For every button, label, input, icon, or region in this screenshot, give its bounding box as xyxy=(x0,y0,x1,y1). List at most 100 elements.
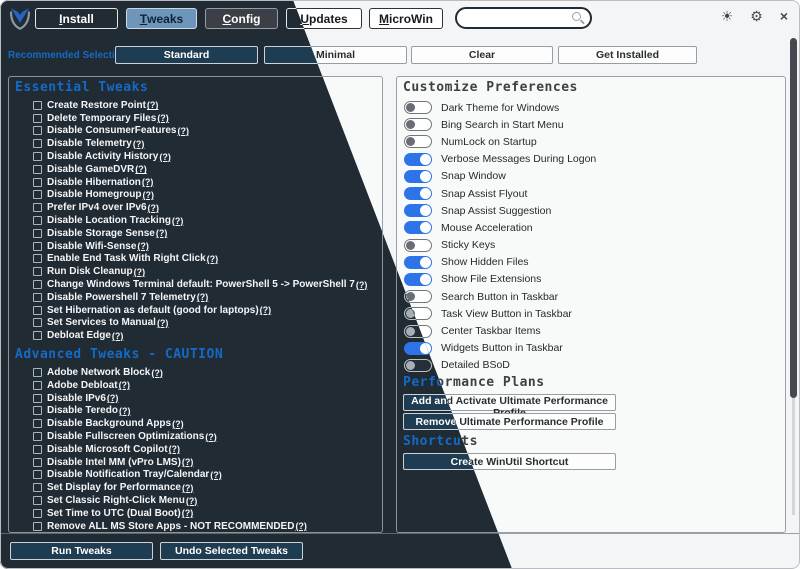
toggle-switch[interactable] xyxy=(404,239,432,252)
help-link[interactable]: (?) xyxy=(137,241,149,251)
tweak-checkbox[interactable] xyxy=(33,114,42,123)
preference-row: Detailed BSoD xyxy=(397,357,785,374)
tweak-checkbox[interactable] xyxy=(33,432,42,441)
preference-label: Show Hidden Files xyxy=(441,256,529,268)
tweak-checkbox[interactable] xyxy=(33,229,42,238)
help-link[interactable]: (?) xyxy=(178,126,190,136)
help-link[interactable]: (?) xyxy=(210,470,222,480)
scrollbar-thumb[interactable] xyxy=(790,38,797,398)
tweak-checkbox[interactable] xyxy=(33,293,42,302)
tab-config[interactable]: Config xyxy=(205,8,278,29)
help-link[interactable]: (?) xyxy=(107,393,119,403)
help-link[interactable]: (?) xyxy=(295,521,307,531)
toggle-switch[interactable] xyxy=(404,135,432,148)
preset-standard-button[interactable]: Standard xyxy=(115,46,258,64)
tweak-checkbox[interactable] xyxy=(33,165,42,174)
tweak-checkbox[interactable] xyxy=(33,101,42,110)
toggle-switch[interactable] xyxy=(404,256,432,269)
preset-get-installed-button[interactable]: Get Installed xyxy=(558,46,697,64)
toggle-switch[interactable] xyxy=(404,170,432,183)
help-link[interactable]: (?) xyxy=(260,305,272,315)
tweak-item-row: Disable IPv6 (?) xyxy=(9,392,382,405)
help-link[interactable]: (?) xyxy=(182,483,194,493)
close-icon[interactable]: × xyxy=(780,5,788,27)
toggle-switch[interactable] xyxy=(404,273,432,286)
help-link[interactable]: (?) xyxy=(142,177,154,187)
tweak-checkbox[interactable] xyxy=(33,306,42,315)
help-link[interactable]: (?) xyxy=(133,139,145,149)
preset-clear-button[interactable]: Clear xyxy=(411,46,553,64)
tweak-checkbox[interactable] xyxy=(33,483,42,492)
tweak-checkbox[interactable] xyxy=(33,216,42,225)
help-link[interactable]: (?) xyxy=(197,292,209,302)
help-link[interactable]: (?) xyxy=(169,444,181,454)
tab-microwin[interactable]: MicroWin xyxy=(369,8,443,29)
tweak-checkbox[interactable] xyxy=(33,242,42,251)
tweak-checkbox[interactable] xyxy=(33,496,42,505)
help-link[interactable]: (?) xyxy=(112,331,124,341)
tweak-checkbox[interactable] xyxy=(33,509,42,518)
tweak-item-row: Disable Telemetry (?) xyxy=(9,137,382,150)
run-tweaks-button[interactable]: Run Tweaks xyxy=(10,542,153,560)
help-link[interactable]: (?) xyxy=(119,380,131,390)
help-link[interactable]: (?) xyxy=(356,280,368,290)
tweak-checkbox[interactable] xyxy=(33,394,42,403)
tweak-checkbox[interactable] xyxy=(33,152,42,161)
tweak-checkbox[interactable] xyxy=(33,458,42,467)
tweak-checkbox[interactable] xyxy=(33,419,42,428)
toggle-switch[interactable] xyxy=(404,187,432,200)
undo-selected-tweaks-button[interactable]: Undo Selected Tweaks xyxy=(160,542,303,560)
toggle-switch[interactable] xyxy=(404,359,432,372)
help-link[interactable]: (?) xyxy=(157,113,169,123)
help-link[interactable]: (?) xyxy=(147,100,159,110)
tab-tweaks[interactable]: Tweaks xyxy=(126,8,197,29)
help-link[interactable]: (?) xyxy=(186,496,198,506)
preference-label: Snap Window xyxy=(441,170,506,182)
help-link[interactable]: (?) xyxy=(205,432,217,442)
tweak-checkbox[interactable] xyxy=(33,139,42,148)
tweak-checkbox[interactable] xyxy=(33,254,42,263)
toggle-switch[interactable] xyxy=(404,118,432,131)
help-link[interactable]: (?) xyxy=(159,152,171,162)
tweak-checkbox[interactable] xyxy=(33,368,42,377)
help-link[interactable]: (?) xyxy=(156,228,168,238)
tweak-checkbox[interactable] xyxy=(33,406,42,415)
help-link[interactable]: (?) xyxy=(148,203,160,213)
tweak-checkbox[interactable] xyxy=(33,190,42,199)
preference-row: NumLock on Startup xyxy=(397,133,785,150)
toggle-switch[interactable] xyxy=(404,101,432,114)
tweak-label: Disable GameDVR xyxy=(47,164,134,175)
tweak-checkbox[interactable] xyxy=(33,445,42,454)
tweak-checkbox[interactable] xyxy=(33,318,42,327)
tab-install[interactable]: Install xyxy=(35,8,118,29)
help-link[interactable]: (?) xyxy=(119,406,131,416)
settings-gear-icon[interactable]: ⚙ xyxy=(750,5,763,27)
tweak-checkbox[interactable] xyxy=(33,381,42,390)
tweak-checkbox[interactable] xyxy=(33,331,42,340)
help-link[interactable]: (?) xyxy=(172,216,184,226)
tweak-item-row: Disable GameDVR (?) xyxy=(9,163,382,176)
help-link[interactable]: (?) xyxy=(207,254,219,264)
tweak-checkbox[interactable] xyxy=(33,203,42,212)
tweak-checkbox[interactable] xyxy=(33,267,42,276)
tweak-checkbox[interactable] xyxy=(33,178,42,187)
help-link[interactable]: (?) xyxy=(182,508,194,518)
help-link[interactable]: (?) xyxy=(182,457,194,467)
tweak-checkbox[interactable] xyxy=(33,280,42,289)
preference-row: Show File Extensions xyxy=(397,271,785,288)
tweak-label: Disable Location Tracking xyxy=(47,215,171,226)
theme-toggle-icon[interactable]: ☀ xyxy=(721,5,734,27)
toggle-switch[interactable] xyxy=(404,221,432,234)
toggle-switch[interactable] xyxy=(404,153,432,166)
help-link[interactable]: (?) xyxy=(142,190,154,200)
help-link[interactable]: (?) xyxy=(172,419,184,429)
help-link[interactable]: (?) xyxy=(135,164,147,174)
help-link[interactable]: (?) xyxy=(157,318,169,328)
toggle-switch[interactable] xyxy=(404,204,432,217)
tweak-checkbox[interactable] xyxy=(33,470,42,479)
tweak-label: Enable End Task With Right Click xyxy=(47,253,206,264)
help-link[interactable]: (?) xyxy=(134,267,146,277)
tweak-checkbox[interactable] xyxy=(33,126,42,135)
tweak-checkbox[interactable] xyxy=(33,522,42,531)
help-link[interactable]: (?) xyxy=(151,368,163,378)
